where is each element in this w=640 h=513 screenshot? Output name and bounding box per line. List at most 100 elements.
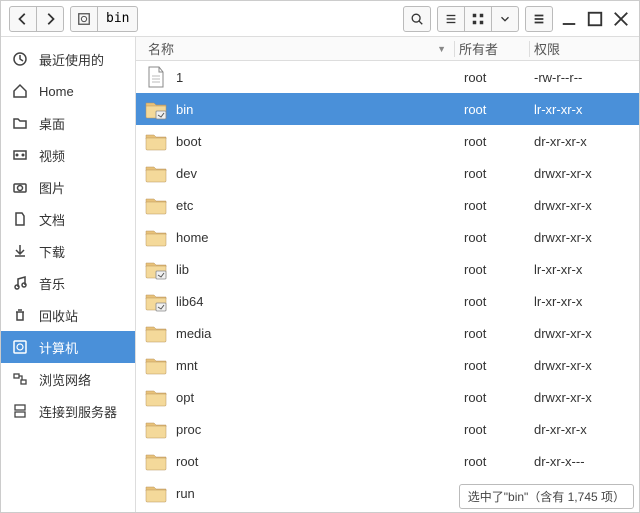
file-row[interactable]: binrootlr-xr-xr-x: [136, 93, 639, 125]
link-icon: [144, 289, 168, 313]
column-name[interactable]: 名称▼: [136, 39, 454, 58]
file-owner: root: [464, 166, 534, 181]
file-owner: root: [464, 198, 534, 213]
clock-icon: [11, 50, 29, 68]
file-perm: drwxr-xr-x: [534, 358, 639, 373]
file-row[interactable]: rootrootdr-xr-x---: [136, 445, 639, 477]
sidebar-item-label: 最近使用的: [39, 50, 104, 69]
file-owner: root: [464, 262, 534, 277]
sidebar-item-label: 音乐: [39, 274, 65, 293]
file-row[interactable]: bootrootdr-xr-xr-x: [136, 125, 639, 157]
download-icon: [11, 242, 29, 260]
sidebar-item-7[interactable]: 音乐: [1, 267, 135, 299]
sidebar-item-1[interactable]: Home: [1, 75, 135, 107]
minimize-button[interactable]: [559, 9, 579, 29]
file-perm: dr-xr-xr-x: [534, 422, 639, 437]
sidebar-item-label: 回收站: [39, 306, 78, 325]
file-name: home: [176, 230, 464, 245]
search-button[interactable]: [403, 6, 431, 32]
list-view-button[interactable]: [437, 6, 465, 32]
file-name: run: [176, 486, 464, 501]
sidebar-item-3[interactable]: 视频: [1, 139, 135, 171]
file-row[interactable]: optrootdrwxr-xr-x: [136, 381, 639, 413]
sidebar-item-2[interactable]: 桌面: [1, 107, 135, 139]
menu-button[interactable]: [525, 6, 553, 32]
trash-icon: [11, 306, 29, 324]
sort-desc-icon: ▼: [437, 44, 446, 54]
path-root-button[interactable]: [70, 6, 98, 32]
maximize-button[interactable]: [585, 9, 605, 29]
sidebar-item-4[interactable]: 图片: [1, 171, 135, 203]
folder-icon: [11, 114, 29, 132]
file-row[interactable]: librootlr-xr-xr-x: [136, 253, 639, 285]
sidebar-item-label: 浏览网络: [39, 370, 91, 389]
file-perm: drwxr-xr-x: [534, 230, 639, 245]
network-icon: [11, 370, 29, 388]
file-perm: lr-xr-xr-x: [534, 294, 639, 309]
file-owner: root: [464, 102, 534, 117]
file-perm: dr-xr-x---: [534, 454, 639, 469]
column-headers: 名称▼ 所有者 权限: [136, 37, 639, 61]
sidebar-item-6[interactable]: 下载: [1, 235, 135, 267]
view-dropdown-button[interactable]: [491, 6, 519, 32]
column-owner[interactable]: 所有者: [459, 39, 529, 58]
file-owner: root: [464, 422, 534, 437]
sidebar: 最近使用的 Home 桌面视频图片文档下载音乐回收站计算机浏览网络连接到服务器: [1, 37, 136, 512]
file-name: opt: [176, 390, 464, 405]
folder-icon: [144, 449, 168, 473]
grid-view-button[interactable]: [464, 6, 492, 32]
file-row[interactable]: procrootdr-xr-xr-x: [136, 413, 639, 445]
server-icon: [11, 402, 29, 420]
sidebar-item-11[interactable]: 连接到服务器: [1, 395, 135, 427]
video-icon: [11, 146, 29, 164]
file-name: bin: [176, 102, 464, 117]
close-button[interactable]: [611, 9, 631, 29]
sidebar-item-label: 桌面: [39, 114, 65, 133]
music-icon: [11, 274, 29, 292]
file-row[interactable]: homerootdrwxr-xr-x: [136, 221, 639, 253]
sidebar-item-label: 计算机: [39, 338, 78, 357]
sidebar-item-5[interactable]: 文档: [1, 203, 135, 235]
sidebar-item-8[interactable]: 回收站: [1, 299, 135, 331]
sidebar-item-0[interactable]: 最近使用的: [1, 43, 135, 75]
file-name: mnt: [176, 358, 464, 373]
forward-button[interactable]: [36, 6, 64, 32]
path-segment[interactable]: bin: [97, 6, 138, 32]
file-name: media: [176, 326, 464, 341]
file-row[interactable]: devrootdrwxr-xr-x: [136, 157, 639, 189]
body: 最近使用的 Home 桌面视频图片文档下载音乐回收站计算机浏览网络连接到服务器 名称…: [1, 37, 639, 512]
sidebar-item-label: 文档: [39, 210, 65, 229]
main-pane: 名称▼ 所有者 权限 1root-rw-r--r--binrootlr-xr-x…: [136, 37, 639, 512]
file-perm: lr-xr-xr-x: [534, 102, 639, 117]
file-row[interactable]: mediarootdrwxr-xr-x: [136, 317, 639, 349]
home-icon: [11, 82, 29, 100]
status-bar: 选中了"bin"（含有 1,745 项）: [459, 484, 634, 509]
sidebar-item-label: 图片: [39, 178, 65, 197]
file-row[interactable]: etcrootdrwxr-xr-x: [136, 189, 639, 221]
file-row[interactable]: 1root-rw-r--r--: [136, 61, 639, 93]
file-perm: dr-xr-xr-x: [534, 134, 639, 149]
file-perm: lr-xr-xr-x: [534, 262, 639, 277]
file-owner: root: [464, 230, 534, 245]
folder-icon: [144, 193, 168, 217]
file-name: root: [176, 454, 464, 469]
nav-buttons: [9, 6, 64, 32]
file-row[interactable]: mntrootdrwxr-xr-x: [136, 349, 639, 381]
sidebar-item-9[interactable]: 计算机: [1, 331, 135, 363]
sidebar-item-10[interactable]: 浏览网络: [1, 363, 135, 395]
folder-icon: [144, 161, 168, 185]
file-list[interactable]: 1root-rw-r--r--binrootlr-xr-xr-xbootroot…: [136, 61, 639, 512]
folder-icon: [144, 225, 168, 249]
file-perm: drwxr-xr-x: [534, 326, 639, 341]
sidebar-item-label: 连接到服务器: [39, 402, 117, 421]
file-name: dev: [176, 166, 464, 181]
column-perm[interactable]: 权限: [534, 39, 639, 58]
file-perm: -rw-r--r--: [534, 70, 639, 85]
back-button[interactable]: [9, 6, 37, 32]
path-bar: bin: [70, 6, 138, 32]
toolbar: bin: [1, 1, 639, 37]
file-name: lib: [176, 262, 464, 277]
file-owner: root: [464, 70, 534, 85]
file-row[interactable]: lib64rootlr-xr-xr-x: [136, 285, 639, 317]
view-buttons: [437, 6, 519, 32]
